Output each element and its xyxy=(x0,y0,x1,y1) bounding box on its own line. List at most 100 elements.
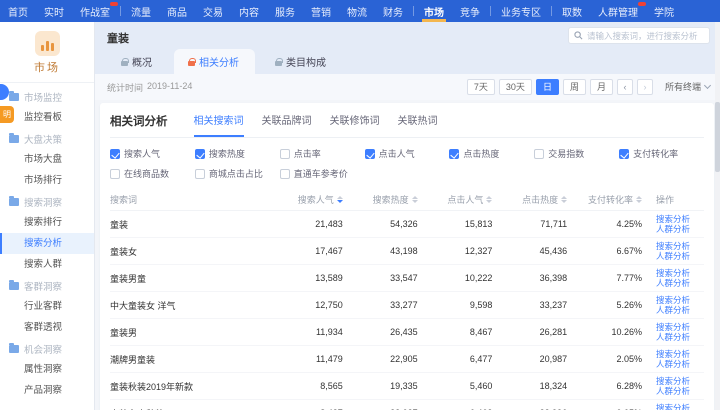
nav-item[interactable]: 财务 xyxy=(375,0,411,22)
action-link[interactable]: 搜索分析 xyxy=(656,268,704,278)
action-link[interactable]: 搜索分析 xyxy=(656,295,704,305)
action-link[interactable]: 搜索分析 xyxy=(656,349,704,359)
nav-item[interactable]: 竞争 xyxy=(452,0,488,22)
nav-item[interactable]: 市场 xyxy=(416,0,452,22)
sidebar-group[interactable]: 搜索洞察 xyxy=(0,191,94,212)
metric-checkbox-item[interactable]: 商城点击占比 xyxy=(195,167,280,180)
sidebar-group[interactable]: 大盘决策 xyxy=(0,128,94,149)
table-column-header[interactable]: 操作 xyxy=(642,193,704,206)
checkbox-icon[interactable] xyxy=(110,169,120,179)
action-link[interactable]: 人群分析 xyxy=(656,224,704,234)
sidebar-item-active[interactable]: 搜索分析 xyxy=(0,233,94,254)
sidebar-item-link[interactable]: 搜索人群 xyxy=(0,254,94,275)
sidebar-item-link[interactable]: 行业客群 xyxy=(0,296,94,317)
folder-icon xyxy=(9,93,19,101)
action-link[interactable]: 搜索分析 xyxy=(656,241,704,251)
metric-checkbox-item[interactable]: 交易指数 xyxy=(534,147,619,160)
nav-item[interactable]: 内容 xyxy=(231,0,267,22)
sidebar-group[interactable]: 机会洞察 xyxy=(0,338,94,359)
nav-item[interactable]: 营销 xyxy=(303,0,339,22)
checkbox-icon[interactable] xyxy=(449,149,459,159)
terminal-dropdown[interactable]: 所有终端 xyxy=(665,80,710,93)
nav-item[interactable]: 服务 xyxy=(267,0,303,22)
metric-checkbox-item[interactable]: 直通车参考价 xyxy=(280,167,365,180)
nav-item[interactable]: 业务专区 xyxy=(493,0,549,22)
cell-actions: 搜索分析人群分析 xyxy=(642,214,704,234)
cell-keyword: 童装女童秋装 xyxy=(110,407,268,410)
nav-item[interactable]: 物流 xyxy=(339,0,375,22)
action-link[interactable]: 人群分析 xyxy=(656,251,704,261)
word-tab[interactable]: 关联修饰词 xyxy=(330,112,380,137)
table-column-header[interactable]: 搜索词 xyxy=(110,193,268,206)
range-button[interactable]: 日 xyxy=(536,79,559,96)
sidebar-item-link[interactable]: 搜索排行 xyxy=(0,212,94,233)
page-tab[interactable]: 概况 xyxy=(107,49,168,74)
sidebar-group[interactable]: 市场监控 xyxy=(0,86,94,107)
nav-item-label: 服务 xyxy=(275,4,295,19)
metric-checkbox-item[interactable]: 点击率 xyxy=(280,147,365,160)
word-tab[interactable]: 相关搜索词 xyxy=(194,112,244,137)
action-link[interactable]: 人群分析 xyxy=(656,332,704,342)
metric-checkbox-item[interactable]: 搜索热度 xyxy=(195,147,280,160)
action-link[interactable]: 人群分析 xyxy=(656,305,704,315)
metric-checkbox-item[interactable]: 在线商品数 xyxy=(110,167,195,180)
pager-next-button[interactable]: › xyxy=(637,79,653,96)
metric-checkbox-item[interactable]: 点击人气 xyxy=(365,147,450,160)
checkbox-icon[interactable] xyxy=(280,149,290,159)
metric-checkbox-item[interactable]: 支付转化率 xyxy=(619,147,704,160)
nav-item[interactable]: 交易 xyxy=(195,0,231,22)
nav-item[interactable]: 实时 xyxy=(36,0,72,22)
table-column-header[interactable]: 支付转化率 xyxy=(567,193,642,206)
checkbox-icon[interactable] xyxy=(195,149,205,159)
nav-item[interactable]: 商品 xyxy=(159,0,195,22)
sidebar-item-link[interactable]: 市场排行 xyxy=(0,170,94,191)
metric-checkbox-item[interactable]: 点击热度 xyxy=(449,147,534,160)
help-float-tag[interactable]: 明 xyxy=(0,106,14,123)
sidebar-item-link[interactable]: 监控看板 xyxy=(0,107,94,128)
table-column-header[interactable]: 点击人气 xyxy=(418,193,493,206)
word-tab[interactable]: 关联热词 xyxy=(398,112,438,137)
nav-item[interactable]: 作战室 xyxy=(72,0,118,22)
action-link[interactable]: 搜索分析 xyxy=(656,214,704,224)
table-column-header[interactable]: 搜索热度 xyxy=(343,193,418,206)
range-button[interactable]: 7天 xyxy=(467,79,495,96)
pager-prev-button[interactable]: ‹ xyxy=(617,79,633,96)
nav-item[interactable]: 取数 xyxy=(554,0,590,22)
table-column-header[interactable]: 搜索人气 xyxy=(268,193,343,206)
checkbox-icon[interactable] xyxy=(110,149,120,159)
sidebar-item-link[interactable]: 客群透视 xyxy=(0,317,94,338)
sidebar-group[interactable]: 客群洞察 xyxy=(0,275,94,296)
action-link[interactable]: 人群分析 xyxy=(656,278,704,288)
sidebar-item-link[interactable]: 产品洞察 xyxy=(0,380,94,401)
checkbox-icon[interactable] xyxy=(619,149,629,159)
search-input[interactable] xyxy=(587,31,704,41)
action-link[interactable]: 搜索分析 xyxy=(656,322,704,332)
metric-row: 搜索人气 搜索热度 点击率 点击人气 点击热度 交易指数 xyxy=(110,147,704,160)
cell-search-heat: 26,435 xyxy=(343,327,418,337)
sidebar-item-link[interactable]: 属性洞察 xyxy=(0,359,94,380)
action-link[interactable]: 搜索分析 xyxy=(656,376,704,386)
range-button[interactable]: 月 xyxy=(590,79,613,96)
nav-item[interactable]: 学院 xyxy=(646,0,682,22)
word-tab[interactable]: 关联品牌词 xyxy=(262,112,312,137)
page-scrollbar[interactable] xyxy=(715,22,720,410)
action-link[interactable]: 人群分析 xyxy=(656,386,704,396)
checkbox-icon[interactable] xyxy=(534,149,544,159)
folder-icon xyxy=(9,345,19,353)
nav-item[interactable]: 人群管理 xyxy=(590,0,646,22)
sidebar-item-link[interactable]: 市场大盘 xyxy=(0,149,94,170)
range-button[interactable]: 30天 xyxy=(499,79,532,96)
scrollbar-thumb[interactable] xyxy=(715,102,720,172)
nav-item[interactable]: 流量 xyxy=(123,0,159,22)
page-tab[interactable]: 相关分析 xyxy=(174,49,255,74)
checkbox-icon[interactable] xyxy=(280,169,290,179)
action-link[interactable]: 搜索分析 xyxy=(656,403,704,410)
action-link[interactable]: 人群分析 xyxy=(656,359,704,369)
checkbox-icon[interactable] xyxy=(365,149,375,159)
metric-checkbox-item[interactable]: 搜索人气 xyxy=(110,147,195,160)
nav-item[interactable]: 首页 xyxy=(0,0,36,22)
checkbox-icon[interactable] xyxy=(195,169,205,179)
page-tab[interactable]: 类目构成 xyxy=(261,49,342,74)
table-column-header[interactable]: 点击热度 xyxy=(492,193,567,206)
range-button[interactable]: 周 xyxy=(563,79,586,96)
